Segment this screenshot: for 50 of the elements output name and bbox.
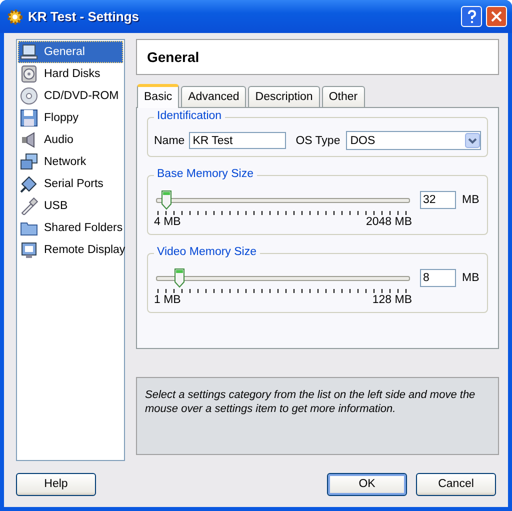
category-icon <box>20 153 38 171</box>
max-label: 128 MB <box>372 294 412 306</box>
gear-icon <box>6 8 24 26</box>
group-title: Base Memory Size <box>154 168 257 180</box>
field-label: OS Type <box>296 134 340 146</box>
tab[interactable]: Description <box>248 86 320 107</box>
slider-thumb[interactable] <box>161 190 172 210</box>
value-field[interactable]: 8 <box>420 269 456 287</box>
category-icon <box>20 197 38 215</box>
window-title: KR Test - Settings <box>28 9 140 24</box>
value-field[interactable]: 32 <box>420 191 456 209</box>
category-icon <box>20 109 38 127</box>
group-title: Video Memory Size <box>154 246 260 258</box>
os-type-dropdown[interactable]: DOS <box>346 131 482 150</box>
category-item[interactable]: Serial Ports <box>18 173 123 195</box>
tab[interactable]: Basic <box>137 84 180 108</box>
slider-thumb[interactable] <box>174 268 185 288</box>
category-icon <box>20 43 38 61</box>
category-item[interactable]: Remote Display <box>18 239 123 261</box>
min-label: 4 MB <box>154 216 181 228</box>
group-title: Identification <box>154 110 225 122</box>
unit-label: MB <box>462 194 480 206</box>
category-item[interactable]: Shared Folders <box>18 217 123 239</box>
category-icon <box>20 175 38 193</box>
memory-slider[interactable] <box>154 268 412 288</box>
name-field[interactable]: KR Test <box>188 132 286 149</box>
category-item[interactable]: CD/DVD-ROM <box>18 85 123 107</box>
unit-label: MB <box>462 272 480 284</box>
tab[interactable]: Advanced <box>181 86 246 107</box>
field-label: Name <box>154 134 185 146</box>
dialog-button[interactable]: Cancel <box>416 472 496 496</box>
dialog-button[interactable]: OK <box>327 472 407 496</box>
help-text: Select a settings category from the list on the left side and move the mouse over a settings item to get more information. <box>136 377 500 455</box>
category-icon <box>20 241 38 259</box>
category-item[interactable]: USB <box>18 195 123 217</box>
dialog-button[interactable]: Help <box>16 472 96 496</box>
page-header: General <box>136 39 500 75</box>
category-item[interactable]: General <box>18 41 123 63</box>
min-label: 1 MB <box>154 294 181 306</box>
category-item[interactable]: Audio <box>18 129 123 151</box>
category-item[interactable]: Network <box>18 151 123 173</box>
close-icon[interactable] <box>486 6 507 27</box>
help-icon[interactable] <box>461 6 482 27</box>
memory-slider[interactable] <box>154 190 412 210</box>
category-item[interactable]: Hard Disks <box>18 63 123 85</box>
max-label: 2048 MB <box>366 216 412 228</box>
category-item[interactable]: Floppy <box>18 107 123 129</box>
category-icon <box>20 87 38 105</box>
category-icon <box>20 65 38 83</box>
tab[interactable]: Other <box>322 86 365 107</box>
